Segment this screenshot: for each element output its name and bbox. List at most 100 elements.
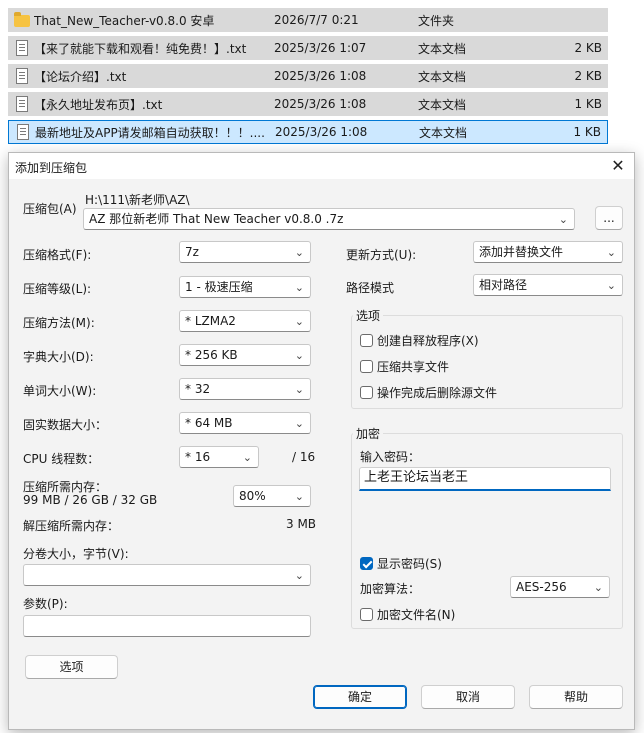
password-label: 输入密码：: [360, 450, 421, 464]
chevron-down-icon: ⌄: [294, 569, 304, 582]
file-type: 文件夹: [418, 13, 455, 28]
file-date: 2025/3/26 1:08: [274, 69, 367, 83]
dict-label: 字典大小(D):: [23, 350, 94, 364]
list-item-file[interactable]: 【论坛介绍】.txt 2025/3/26 1:08 文本文档 2 KB: [8, 64, 608, 88]
text-file-icon: [16, 68, 28, 84]
title-bar: 添加到压缩包 ✕: [9, 153, 634, 179]
method-select[interactable]: * LZMA2 ⌄: [179, 310, 311, 332]
chevron-down-icon: ⌄: [558, 213, 568, 226]
path-mode-value: 相对路径: [479, 278, 528, 292]
browse-button[interactable]: ...: [595, 206, 623, 230]
encryption-method-select[interactable]: AES-256 ⌄: [510, 576, 610, 598]
archive-path: H:\111\新老师\AZ\: [85, 193, 190, 207]
path-mode-label: 路径模式: [346, 281, 395, 295]
dict-select[interactable]: * 256 KB ⌄: [179, 344, 311, 366]
format-value: 7z: [185, 245, 199, 259]
text-file-icon: [16, 40, 28, 56]
level-value: 1 - 极速压缩: [185, 280, 253, 294]
word-select[interactable]: * 32 ⌄: [179, 378, 311, 400]
level-select[interactable]: 1 - 极速压缩 ⌄: [179, 276, 311, 298]
sfx-label: 创建自释放程序(X): [377, 334, 479, 348]
file-size: 1 KB: [574, 97, 602, 111]
method-label: 压缩方法(M):: [23, 316, 95, 330]
show-password-label: 显示密码(S): [377, 557, 442, 571]
cpu-total: / 16: [292, 450, 316, 464]
text-file-icon: [16, 96, 28, 112]
file-type: 文本文档: [418, 97, 467, 112]
password-value: 上老王论坛当老王: [364, 470, 469, 485]
file-date: 2026/7/7 0:21: [274, 13, 359, 27]
file-name: 【永久地址发布页】.txt: [34, 97, 163, 112]
solid-select[interactable]: * 64 MB ⌄: [179, 412, 311, 434]
level-label: 压缩等级(L):: [23, 282, 92, 296]
cpu-value: * 16: [185, 450, 211, 464]
options-group-title: 选项: [353, 307, 384, 324]
add-to-archive-dialog: 添加到压缩包 ✕ 压缩包(A) H:\111\新老师\AZ\ AZ 那位新老师 …: [8, 152, 635, 730]
options-button[interactable]: 选项: [25, 655, 118, 679]
password-input[interactable]: 上老王论坛当老王: [359, 467, 611, 491]
encrypt-names-label: 加密文件名(N): [377, 608, 456, 622]
checkbox-box: [360, 608, 373, 621]
archive-name-value: AZ 那位新老师 That New Teacher v0.8.0 .7z: [89, 212, 344, 226]
update-select[interactable]: 添加并替换文件 ⌄: [473, 241, 623, 263]
archive-label: 压缩包(A): [23, 202, 77, 216]
cancel-button[interactable]: 取消: [421, 685, 515, 709]
cpu-select[interactable]: * 16 ⌄: [179, 446, 259, 468]
delete-label: 操作完成后删除源文件: [377, 386, 498, 400]
list-item-file-selected[interactable]: 最新地址及APP请发邮箱自动获取！！！.... 2025/3/26 1:08 文…: [8, 120, 608, 144]
chevron-down-icon: ⌄: [294, 383, 304, 396]
mem-select[interactable]: 80% ⌄: [233, 485, 311, 507]
solid-value: * 64 MB: [185, 416, 233, 430]
mem-value: 80%: [239, 489, 266, 503]
chevron-down-icon: ⌄: [294, 246, 304, 259]
file-date: 2025/3/26 1:08: [274, 97, 367, 111]
list-item-file[interactable]: 【永久地址发布页】.txt 2025/3/26 1:08 文本文档 1 KB: [8, 92, 608, 116]
ok-button[interactable]: 确定: [313, 685, 407, 709]
archive-name-combo[interactable]: AZ 那位新老师 That New Teacher v0.8.0 .7z ⌄: [83, 208, 575, 230]
file-name: 最新地址及APP请发邮箱自动获取！！！....: [35, 125, 265, 140]
list-item-folder[interactable]: That_New_Teacher-v0.8.0 安卓 2026/7/7 0:21…: [8, 8, 608, 32]
path-mode-select[interactable]: 相对路径 ⌄: [473, 274, 623, 296]
update-label: 更新方式(U):: [346, 248, 417, 262]
chevron-down-icon: ⌄: [294, 315, 304, 328]
chevron-down-icon: ⌄: [606, 279, 616, 292]
list-item-file[interactable]: 【来了就能下载和观看！纯免费！】.txt 2025/3/26 1:07 文本文档…: [8, 36, 608, 60]
mem-detail: 99 MB / 26 GB / 32 GB: [23, 493, 158, 507]
word-label: 单词大小(W):: [23, 384, 97, 398]
file-type: 文本文档: [418, 41, 467, 56]
encrypt-names-checkbox[interactable]: 加密文件名(N): [360, 606, 455, 623]
split-label: 分卷大小，字节(V):: [23, 547, 129, 561]
delete-checkbox[interactable]: 操作完成后删除源文件: [360, 384, 497, 401]
params-input[interactable]: [23, 615, 311, 637]
text-file-icon: [17, 124, 29, 140]
file-size: 2 KB: [574, 69, 602, 83]
solid-label: 固实数据大小：: [23, 418, 108, 432]
dialog-title: 添加到压缩包: [15, 161, 88, 175]
file-date: 2025/3/26 1:08: [275, 125, 368, 139]
sfx-checkbox[interactable]: 创建自释放程序(X): [360, 332, 479, 349]
params-label: 参数(P):: [23, 597, 68, 611]
update-value: 添加并替换文件: [479, 245, 564, 259]
shared-checkbox[interactable]: 压缩共享文件: [360, 358, 449, 375]
chevron-down-icon: ⌄: [294, 490, 304, 503]
help-button[interactable]: 帮助: [529, 685, 623, 709]
format-select[interactable]: 7z ⌄: [179, 241, 311, 263]
split-combo[interactable]: ⌄: [23, 564, 311, 586]
folder-icon: [14, 12, 30, 27]
chevron-down-icon: ⌄: [294, 281, 304, 294]
file-type: 文本文档: [418, 69, 467, 84]
decomp-value: 3 MB: [286, 517, 317, 531]
encryption-method-label: 加密算法：: [360, 582, 421, 596]
file-size: 2 KB: [574, 41, 602, 55]
chevron-down-icon: ⌄: [606, 246, 616, 259]
close-icon[interactable]: ✕: [608, 156, 628, 176]
show-password-checkbox[interactable]: 显示密码(S): [360, 555, 442, 572]
chevron-down-icon: ⌄: [294, 349, 304, 362]
cpu-label: CPU 线程数：: [23, 452, 100, 466]
encryption-group-title: 加密: [353, 425, 384, 442]
file-name: 【论坛介绍】.txt: [34, 69, 127, 84]
chevron-down-icon: ⌄: [593, 581, 603, 594]
file-name: 【来了就能下载和观看！纯免费！】.txt: [34, 41, 247, 56]
checkbox-checked-icon: [360, 557, 373, 570]
chevron-down-icon: ⌄: [242, 451, 252, 464]
